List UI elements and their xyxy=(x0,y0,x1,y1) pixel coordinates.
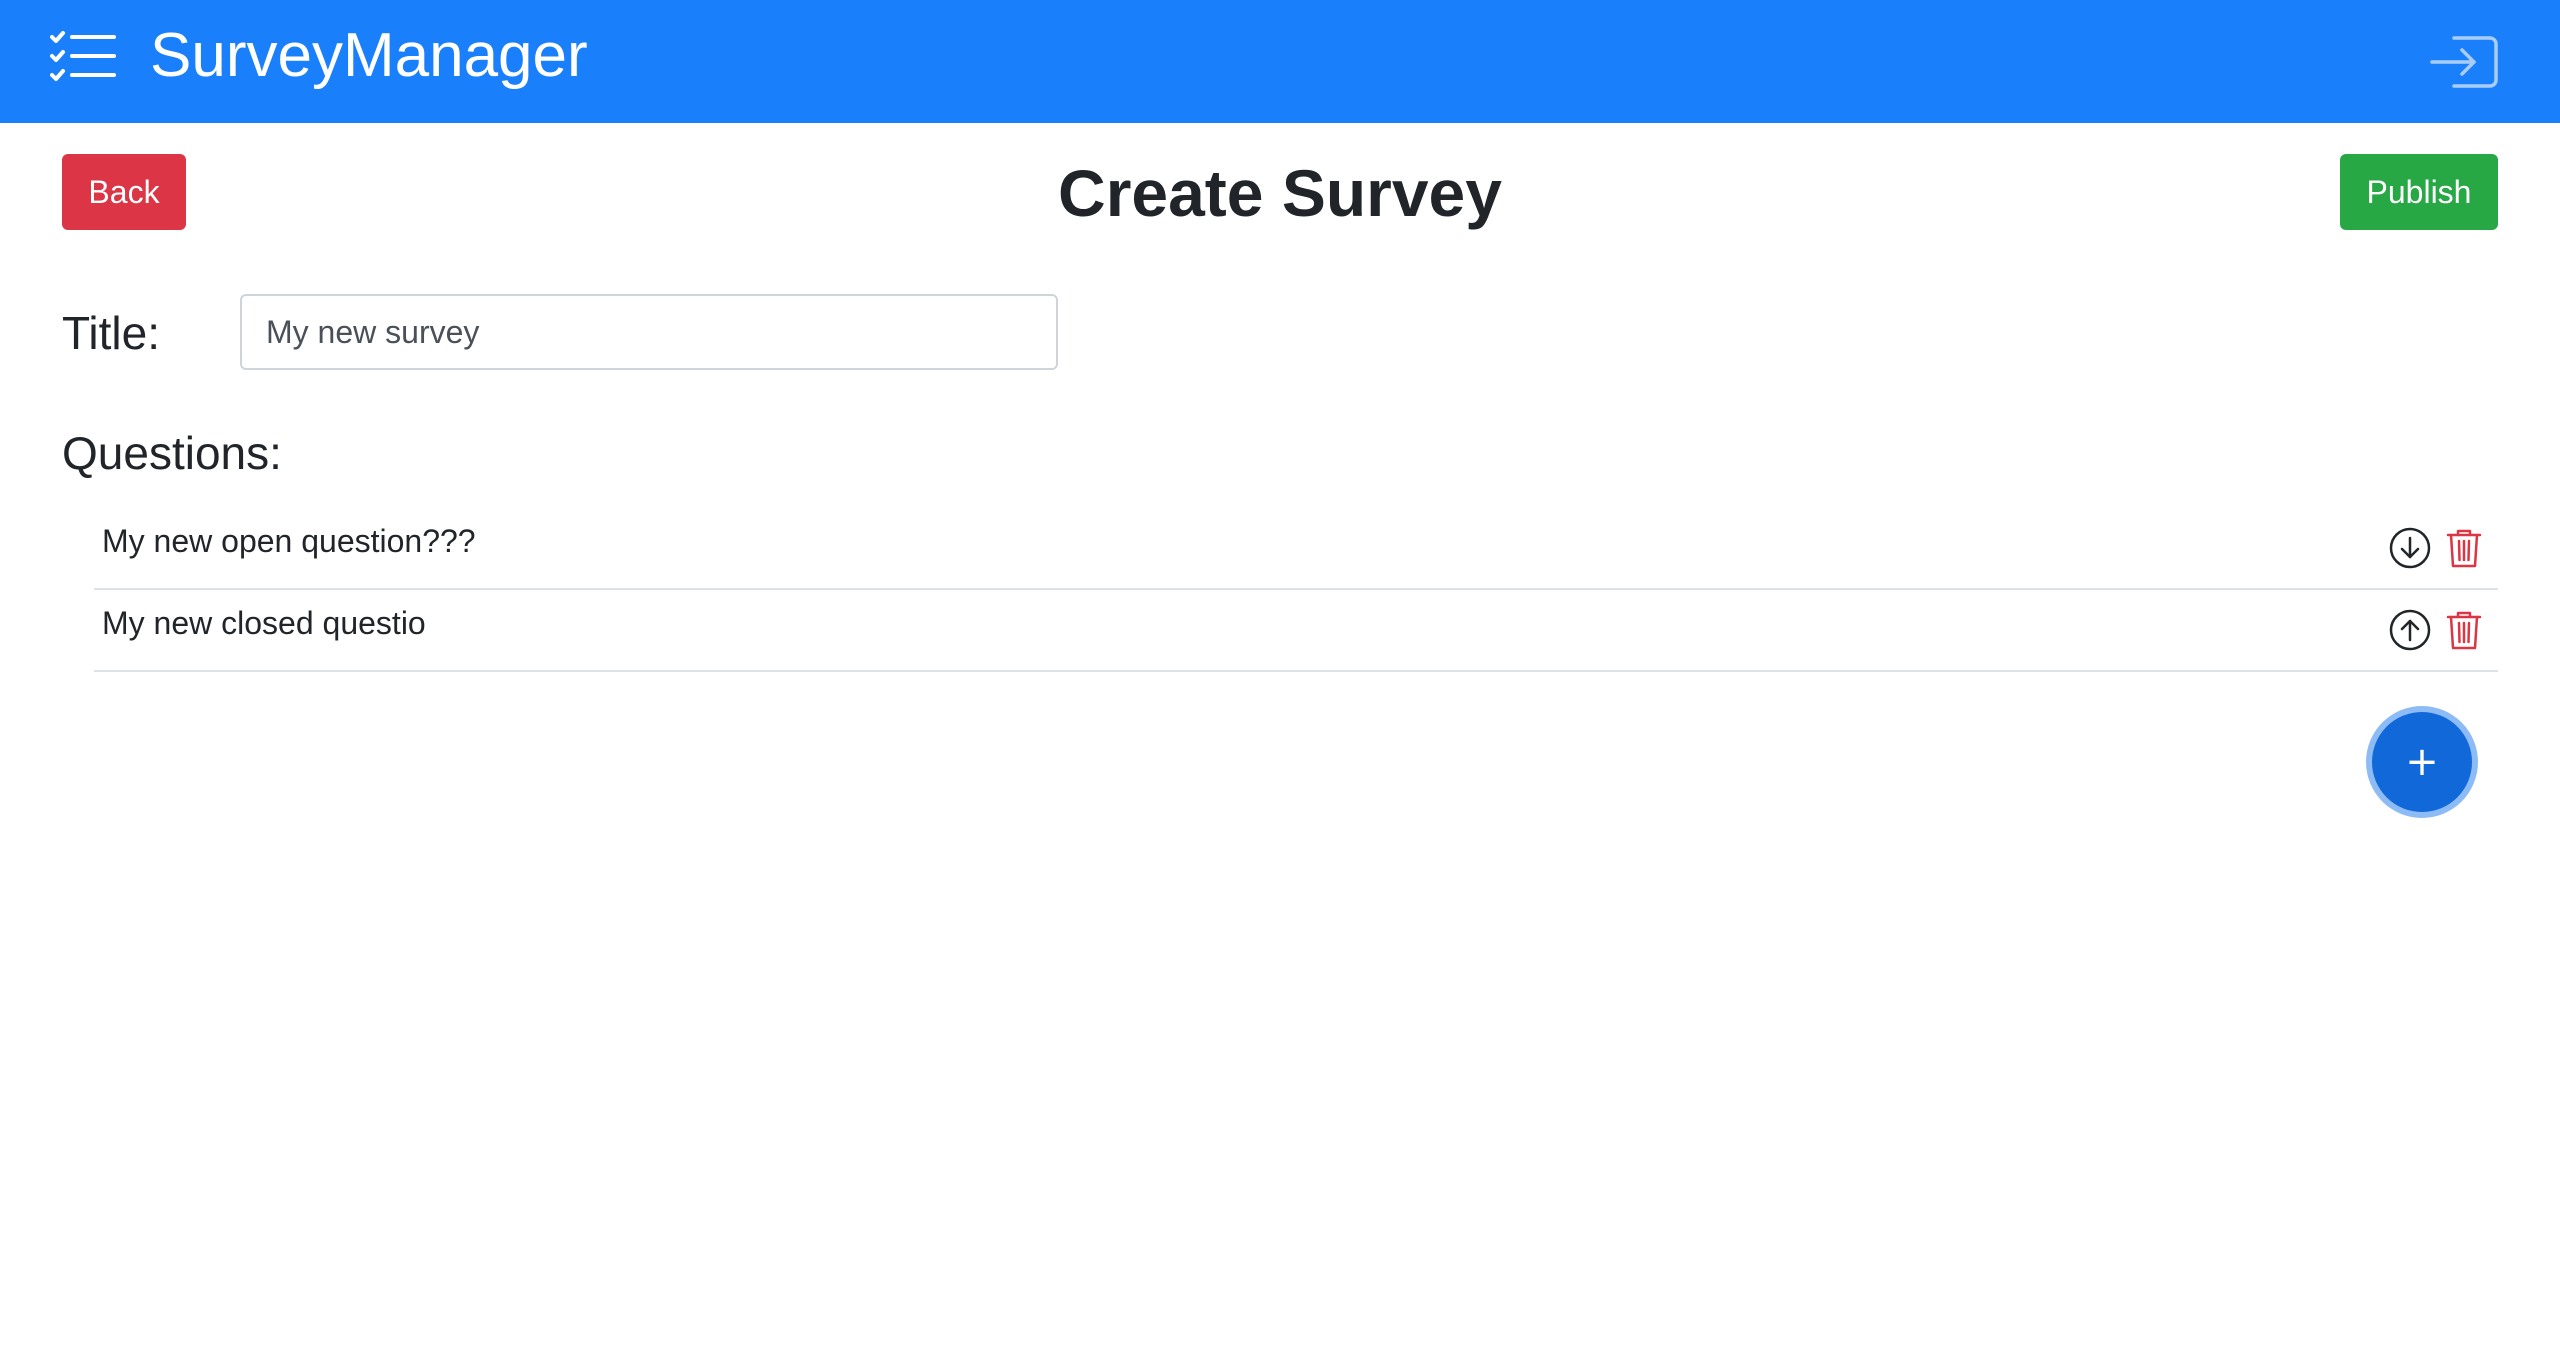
list-item[interactable]: My new closed questio xyxy=(94,590,2498,672)
survey-title-input[interactable] xyxy=(240,294,1058,370)
question-list: My new open question??? My new closed qu… xyxy=(94,508,2498,672)
add-question-button[interactable]: + xyxy=(2372,712,2472,812)
list-item[interactable]: My new open question??? xyxy=(94,508,2498,590)
arrow-down-circle-icon[interactable] xyxy=(2388,526,2432,570)
title-label: Title: xyxy=(62,307,160,359)
page-title: Create Survey xyxy=(1058,156,1502,230)
navbar: SurveyManager xyxy=(0,0,2560,123)
question-text: My new closed questio xyxy=(102,605,426,641)
trash-icon[interactable] xyxy=(2442,608,2486,652)
publish-button[interactable]: Publish xyxy=(2340,154,2498,230)
arrow-up-circle-icon[interactable] xyxy=(2388,608,2432,652)
brand-name[interactable]: SurveyManager xyxy=(150,16,588,96)
login-icon[interactable] xyxy=(2428,32,2500,92)
trash-icon[interactable] xyxy=(2442,526,2486,570)
question-text: My new open question??? xyxy=(102,523,476,559)
questions-heading: Questions: xyxy=(62,427,282,479)
checklist-icon xyxy=(50,30,116,82)
